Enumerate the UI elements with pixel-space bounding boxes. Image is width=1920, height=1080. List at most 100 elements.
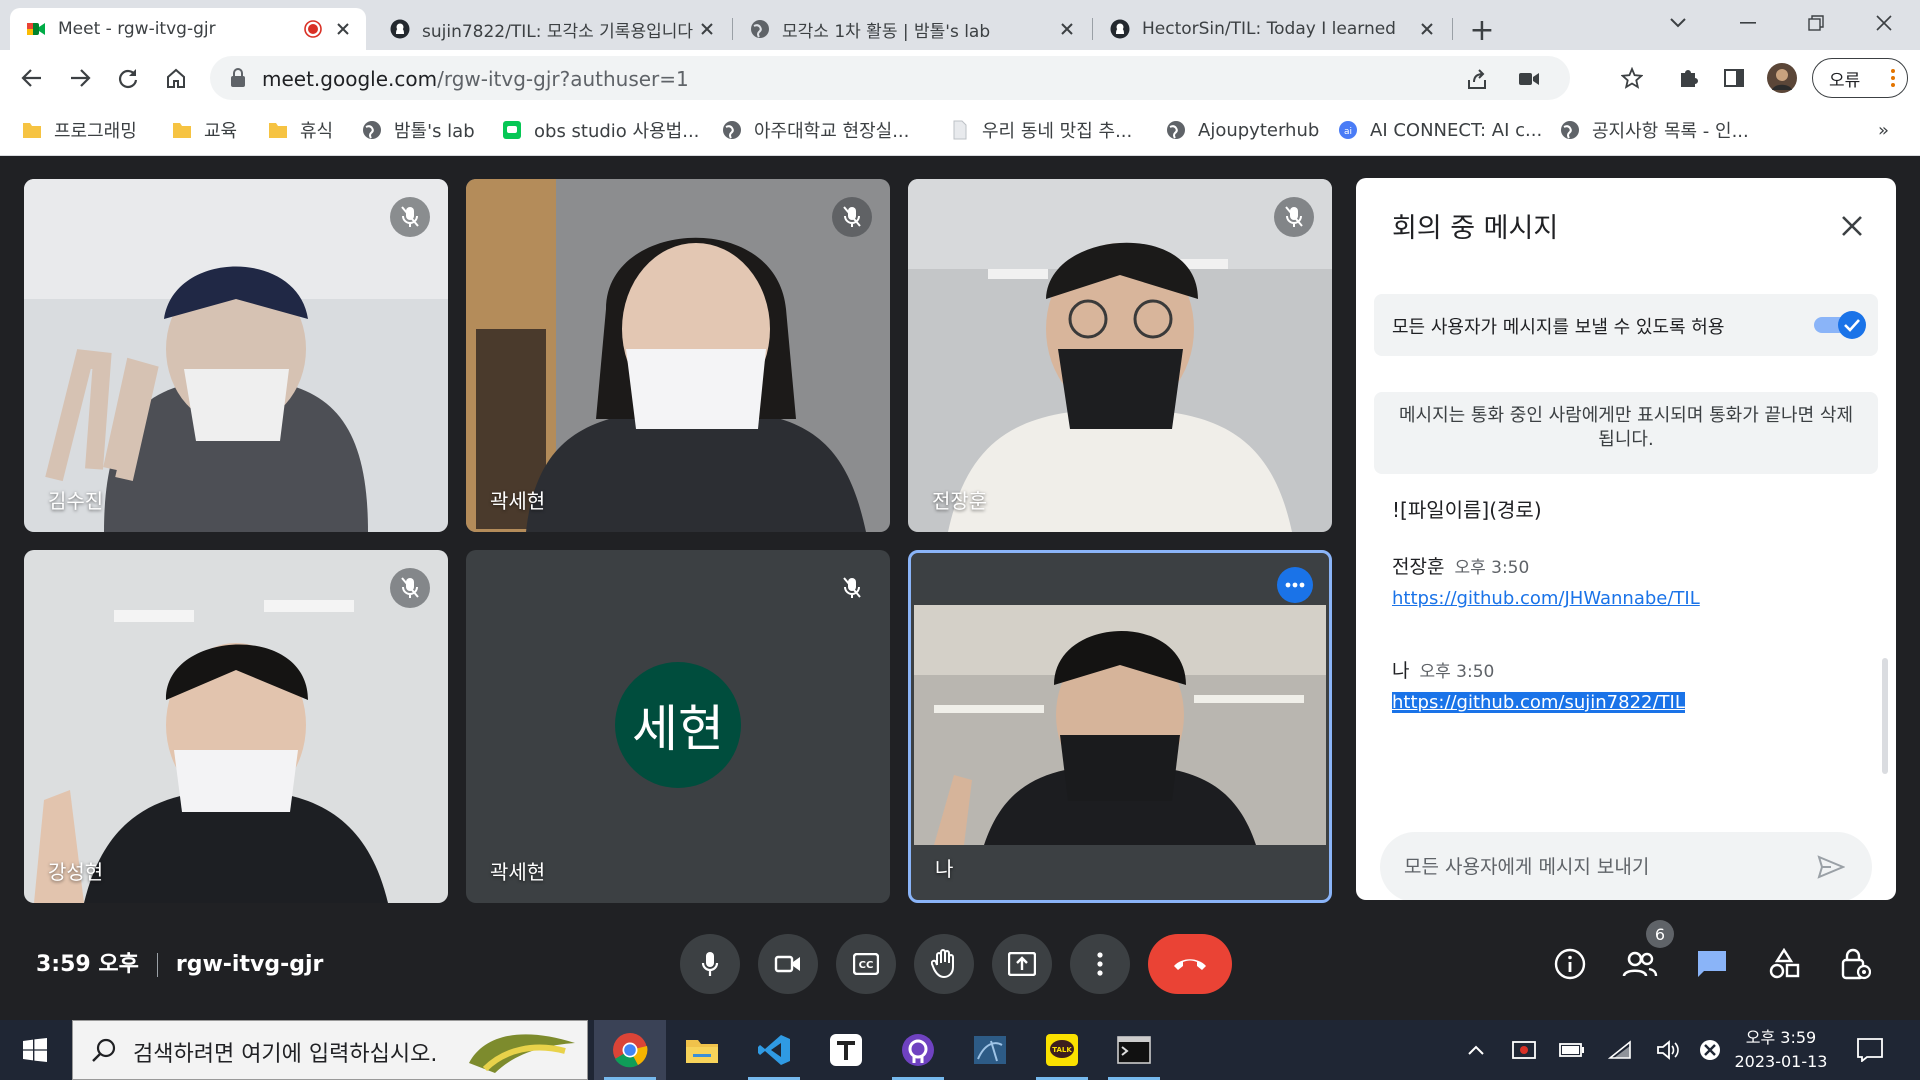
more-options-button[interactable]	[1070, 934, 1130, 994]
bookmark-item[interactable]: Ajoupyterhub	[1166, 116, 1319, 144]
camera-in-use-icon[interactable]	[1516, 66, 1542, 92]
participant-tile[interactable]: 곽세현	[466, 179, 890, 532]
volume-icon[interactable]	[1654, 1036, 1682, 1064]
notifications-icon[interactable]	[1856, 1036, 1884, 1064]
camera-button[interactable]	[758, 934, 818, 994]
extensions-icon[interactable]	[1670, 60, 1706, 96]
network-error-icon[interactable]	[1696, 1036, 1724, 1064]
captions-button[interactable]: CC	[836, 934, 896, 994]
address-bar[interactable]: meet.google.com/rgw-itvg-gjr?authuser=1	[210, 56, 1570, 100]
close-window-icon[interactable]	[1856, 0, 1912, 46]
folder-icon	[23, 123, 41, 138]
taskbar-search-box[interactable]: 검색하려면 여기에 입력하십시오.	[72, 1020, 588, 1080]
side-panel-icon[interactable]	[1716, 60, 1752, 96]
message-link[interactable]: https://github.com/JHWannabe/TIL	[1392, 588, 1700, 609]
participant-name: 강성현	[48, 860, 104, 884]
meeting-info: 3:59 오후 rgw-itvg-gjr	[36, 946, 323, 978]
taskbar-terminal[interactable]	[1098, 1020, 1170, 1080]
close-tab-icon[interactable]	[1416, 18, 1438, 40]
people-icon[interactable]	[1620, 944, 1660, 984]
show-hidden-icons[interactable]	[1462, 1036, 1490, 1064]
videocam-icon	[774, 955, 800, 973]
start-button[interactable]	[0, 1020, 70, 1080]
share-icon[interactable]	[1464, 66, 1490, 92]
search-icon	[92, 1038, 116, 1062]
bookmarks-bar: 프로그래밍 교육 휴식 밤톨's lab obs studio 사용법... 아주대학교 …	[0, 108, 1920, 148]
taskbar-typora[interactable]	[810, 1020, 882, 1080]
tab-title: 모각소 1차 활동 | 밤톨's lab	[782, 21, 991, 42]
taskbar-mysql-workbench[interactable]	[954, 1020, 1026, 1080]
tab-meet[interactable]: Meet - rgw-itvg-gjr	[10, 8, 366, 50]
participant-tile[interactable]: 김수진	[24, 179, 448, 532]
tab-lab-blog[interactable]: 모각소 1차 활동 | 밤톨's lab	[734, 8, 1090, 50]
terminal-icon	[1117, 1036, 1151, 1064]
folder-icon	[173, 123, 191, 138]
message-link[interactable]: https://github.com/sujin7822/TIL	[1392, 692, 1685, 713]
tab-til-sujin[interactable]: sujin7822/TIL: 모각소 기록용입니다	[374, 8, 730, 50]
google-meet-icon	[27, 23, 45, 35]
present-button[interactable]	[992, 934, 1052, 994]
back-icon[interactable]	[14, 60, 50, 96]
more-options-icon[interactable]	[1277, 567, 1313, 603]
defender-icon[interactable]	[1510, 1036, 1538, 1064]
profile-avatar[interactable]	[1764, 60, 1800, 96]
bookmark-item[interactable]: 공지사항 목록 - 인...	[1560, 116, 1749, 144]
host-controls-icon[interactable]	[1836, 944, 1876, 984]
bookmark-item[interactable]: 아주대학교 현장실...	[722, 116, 909, 144]
profile-error-button[interactable]: 오류	[1812, 58, 1908, 98]
home-icon[interactable]	[158, 60, 194, 96]
ai-icon: ai	[1339, 121, 1357, 139]
message-header: 전장훈 오후 3:50	[1392, 552, 1529, 579]
mic-button[interactable]	[680, 934, 740, 994]
chat-message-input[interactable]	[1404, 852, 1804, 882]
restore-icon[interactable]	[1788, 0, 1844, 46]
send-icon[interactable]	[1814, 850, 1848, 884]
minimize-icon[interactable]	[1720, 0, 1776, 46]
close-tab-icon[interactable]	[696, 18, 718, 40]
new-tab-button[interactable]: +	[1464, 12, 1500, 48]
wifi-icon[interactable]	[1606, 1036, 1634, 1064]
tab-search-icon[interactable]	[1650, 0, 1706, 46]
bookmark-item[interactable]: obs studio 사용법...	[502, 116, 699, 144]
bookmark-item[interactable]: 밤톨's lab	[362, 116, 475, 144]
chat-compose	[1380, 832, 1872, 900]
github-icon	[1110, 19, 1130, 39]
allow-messages-toggle[interactable]	[1814, 310, 1868, 340]
taskbar-chrome[interactable]	[594, 1020, 666, 1080]
bookmark-item[interactable]: 우리 동네 맛집 추...	[950, 116, 1132, 144]
bookmark-item[interactable]: ai AI CONNECT: AI c...	[1338, 116, 1542, 144]
bookmark-item[interactable]: 휴식	[268, 116, 333, 144]
bookmark-item[interactable]: 교육	[172, 116, 237, 144]
participant-tile[interactable]: 전장훈	[908, 179, 1332, 532]
activities-icon[interactable]	[1764, 944, 1804, 984]
chat-icon[interactable]	[1692, 944, 1732, 984]
close-tab-icon[interactable]	[332, 18, 354, 40]
close-tab-icon[interactable]	[1056, 18, 1078, 40]
taskbar-search-placeholder: 검색하려면 여기에 입력하십시오.	[133, 1042, 438, 1067]
participant-tile[interactable]: 강성현	[24, 550, 448, 903]
taskbar-kakaotalk[interactable]: TALK	[1026, 1020, 1098, 1080]
forward-icon[interactable]	[62, 60, 98, 96]
taskbar-vscode[interactable]	[738, 1020, 810, 1080]
tab-til-hector[interactable]: HectorSin/TIL: Today I learned	[1094, 8, 1450, 50]
self-tile[interactable]: 나	[908, 550, 1332, 903]
participant-name: 곽세현	[490, 860, 546, 884]
raise-hand-button[interactable]	[914, 934, 974, 994]
battery-icon[interactable]	[1558, 1036, 1586, 1064]
taskbar-file-explorer[interactable]	[666, 1020, 738, 1080]
reload-icon[interactable]	[110, 60, 146, 96]
divider	[156, 953, 158, 977]
url-host: meet.google.com	[262, 67, 438, 91]
system-clock[interactable]: 오후 3:59 2023-01-13	[1726, 1026, 1836, 1074]
bookmark-item[interactable]: 프로그래밍	[22, 116, 137, 144]
taskbar-github-desktop[interactable]	[882, 1020, 954, 1080]
page-icon	[953, 120, 967, 140]
participant-tile[interactable]: 세현 곽세현	[466, 550, 890, 903]
bookmark-star-icon[interactable]	[1614, 60, 1650, 96]
chat-scrollbar[interactable]	[1882, 658, 1888, 774]
leave-call-button[interactable]	[1148, 934, 1232, 994]
folder-icon	[269, 123, 287, 138]
close-chat-icon[interactable]	[1834, 208, 1870, 244]
bookmarks-overflow-button[interactable]: »	[1878, 116, 1889, 144]
meeting-details-icon[interactable]	[1550, 944, 1590, 984]
